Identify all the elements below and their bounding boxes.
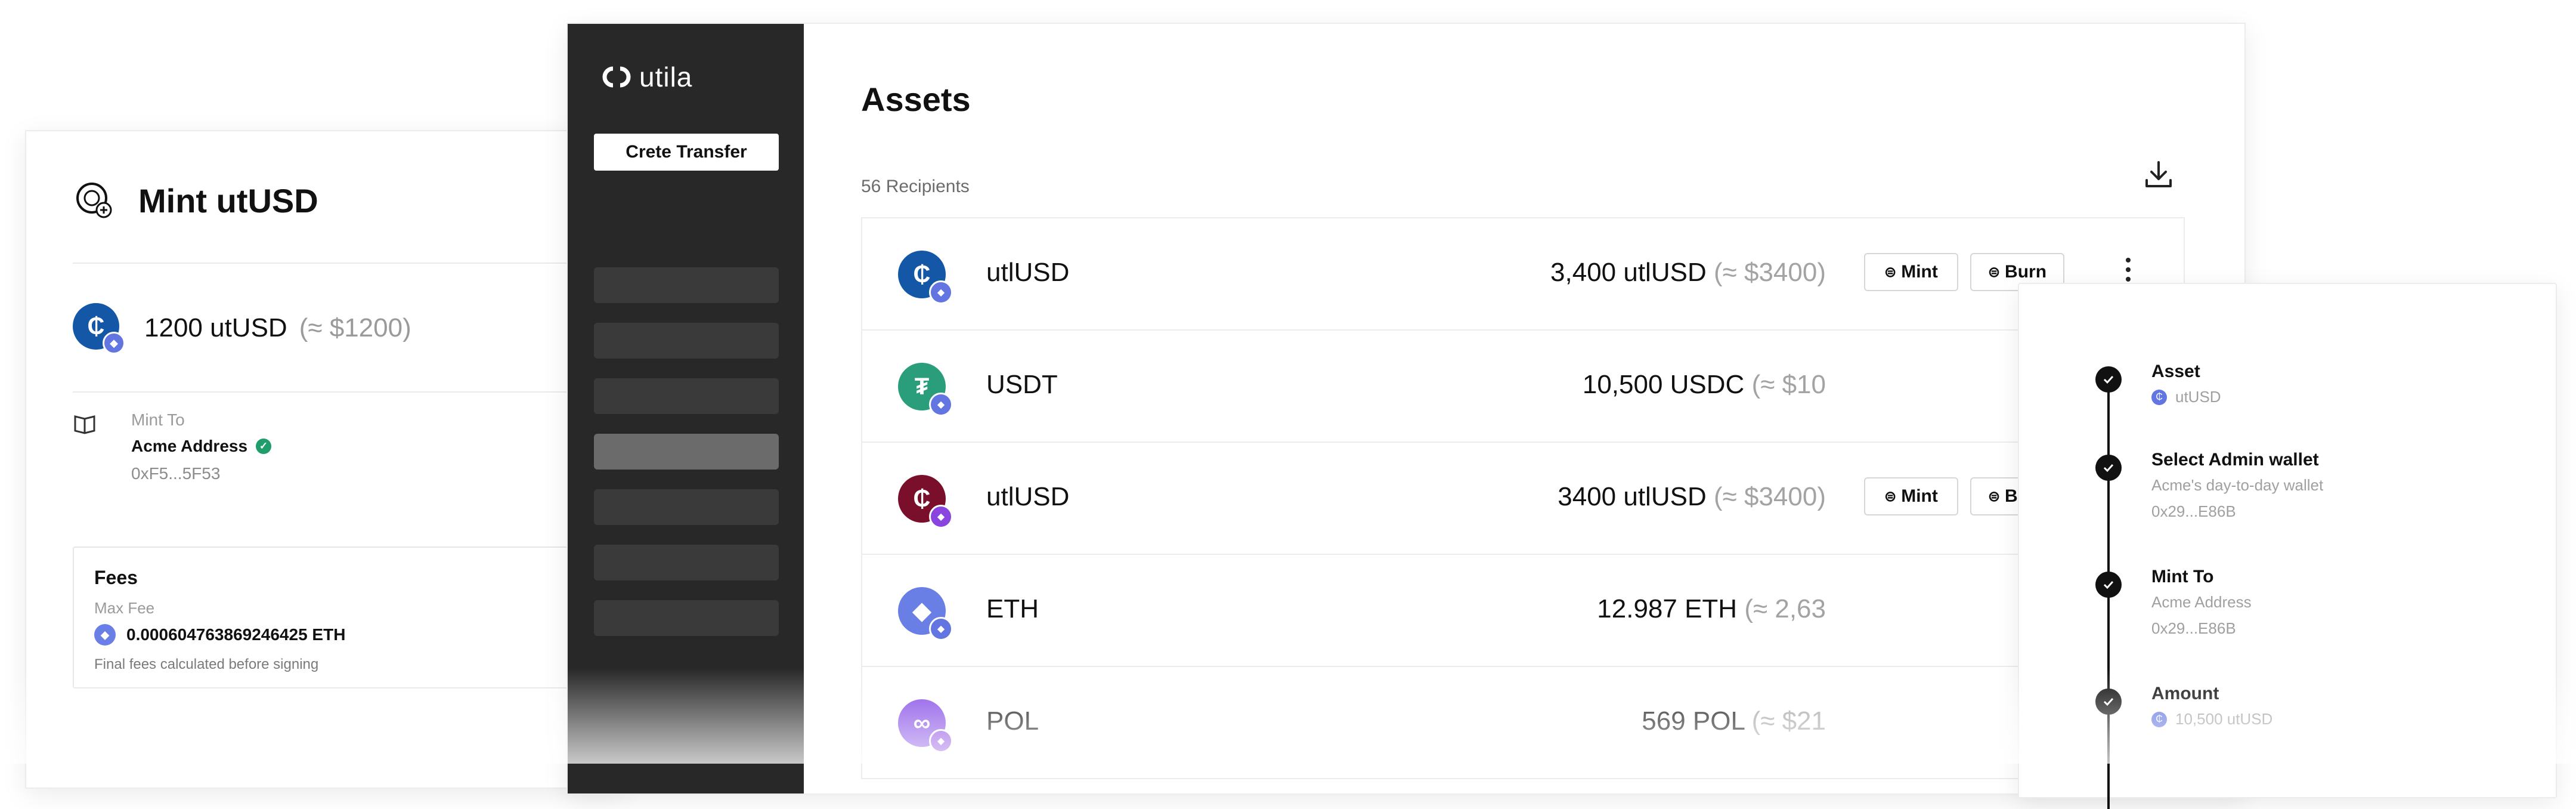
asset-amount: 12.987 ETH (≈ 2,63 [1597, 594, 1826, 624]
mint-button[interactable]: ⊜ Mint [1864, 253, 1958, 291]
burn-button-label: Burn [2005, 262, 2047, 282]
utlusd-icon: ₵ ◆ [898, 251, 953, 304]
mint-button[interactable]: ⊜ Mint [1864, 477, 1958, 515]
step-title: Asset [2151, 362, 2200, 381]
fees-note: Final fees calculated before signing [94, 656, 319, 672]
mint-glyph-icon: ⊜ [1884, 488, 1897, 505]
mint-to-name: Acme Address [131, 437, 248, 455]
asset-amount: 3,400 utlUSD (≈ $3400) [1550, 258, 1826, 288]
network-badge-icon: ◆ [929, 393, 953, 416]
mint-to-address: 0xF5...5F53 [131, 464, 221, 483]
network-badge-icon: ◆ [929, 617, 953, 641]
step-check-icon [2095, 455, 2122, 481]
step-title: Select Admin wallet [2151, 450, 2319, 470]
asset-amount-value: 10,500 USDC [1582, 370, 1745, 399]
asset-amount-value: 12.987 ETH [1597, 594, 1738, 623]
mint-card: Mint utUSD ₵ ◆ 1200 utUSD (≈ $1200) Mint… [25, 130, 642, 789]
mint-amount: 1200 utUSD [144, 313, 287, 342]
step-title: Amount [2151, 684, 2219, 703]
step-detail: utUSD [2175, 388, 2221, 406]
step-detail: Acme Address [2151, 593, 2252, 611]
eth-icon: ◆ [94, 624, 116, 646]
asset-name: utlUSD [986, 258, 1070, 287]
max-fee-value: 0.000604763869246425 ETH [126, 625, 346, 644]
sidebar-nav-item[interactable] [594, 545, 779, 580]
network-badge-icon: ◆ [929, 280, 953, 304]
step-check-icon [2095, 688, 2122, 715]
sidebar-nav-item[interactable] [594, 323, 779, 359]
asset-name: ETH [986, 594, 1039, 623]
max-fee-label: Max Fee [94, 599, 155, 617]
asset-row[interactable]: ◆ ◆ ETH 12.987 ETH (≈ 2,63 [861, 554, 2185, 667]
page-title: Assets [861, 81, 971, 118]
mint-amount-usd: (≈ $1200) [299, 313, 411, 342]
asset-name: POL [986, 706, 1039, 736]
utila-logo-mark-icon [602, 66, 631, 88]
step-check-icon [2095, 366, 2122, 393]
sidebar-nav-item[interactable] [594, 489, 779, 525]
asset-amount-value: 3400 utlUSD [1558, 482, 1707, 511]
mint-glyph-icon: ⊜ [1884, 264, 1897, 280]
asset-amount: 569 POL (≈ $21 [1642, 706, 1826, 736]
address-book-icon [74, 415, 95, 434]
asset-amount: 10,500 USDC (≈ $10 [1583, 370, 1826, 400]
create-transfer-button[interactable]: Crete Transfer [594, 134, 779, 171]
asset-row[interactable]: ₮ ◆ USDT 10,500 USDC (≈ $10 [861, 329, 2185, 443]
asset-name: USDT [986, 370, 1058, 399]
step-detail: Acme's day-to-day wallet [2151, 476, 2324, 494]
step-detail: 10,500 utUSD [2175, 710, 2273, 728]
sidebar-nav-item[interactable] [594, 600, 779, 636]
mint-coin-icon [76, 183, 112, 218]
network-badge-icon: ◆ [929, 729, 953, 753]
recipients-count: 56 Recipients [861, 177, 970, 196]
fees-box: Fees Max Fee ◆ 0.000604763869246425 ETH … [73, 546, 642, 688]
mint-to-label: Mint To [131, 410, 185, 429]
asset-row[interactable]: ₵ ◆ utlUSD 3,400 utlUSD (≈ $3400) ⊜ Mint ⊜ Burn [861, 217, 2185, 331]
asset-amount-usd: (≈ $3400) [1713, 482, 1826, 511]
steps-panel: Asset ₵ utUSD Select Admin wallet Acme's day… [2018, 283, 2557, 809]
more-options-icon[interactable] [2124, 255, 2132, 284]
asset-name: utlUSD [986, 482, 1070, 511]
fees-title: Fees [94, 567, 138, 588]
step-title: Mint To [2151, 567, 2214, 586]
asset-amount-usd: (≈ $10 [1751, 370, 1826, 399]
mint-title: Mint utUSD [138, 181, 318, 220]
asset-amount-usd: (≈ 2,63 [1744, 594, 1826, 623]
token-mini-icon: ₵ [2151, 711, 2167, 727]
sidebar-nav-item[interactable] [594, 434, 779, 470]
burn-glyph-icon: ⊜ [1987, 264, 2001, 280]
burn-glyph-icon: ⊜ [1987, 488, 2001, 505]
utila-logo: utila [601, 61, 692, 93]
sidebar-nav-item[interactable] [594, 378, 779, 414]
network-badge-icon: ◆ [929, 505, 953, 529]
assets-window: utila Crete Transfer Assets 56 Recipient… [566, 23, 2246, 795]
sidebar-nav-item[interactable] [594, 267, 779, 303]
step-check-icon [2095, 572, 2122, 598]
step-address: 0x29...E86B [2151, 619, 2236, 637]
asset-row[interactable]: ₵◆utlUSD3400 utlUSD (≈ $3400)⊜Mint⊜Burn [861, 441, 2185, 555]
eth-icon: ◆ ◆ [898, 587, 953, 641]
token-mini-icon: ₵ [2151, 389, 2167, 405]
asset-amount-value: 569 POL [1642, 706, 1745, 736]
utlusd-icon: ₵ ◆ [898, 475, 953, 529]
sidebar: utila Crete Transfer [568, 24, 804, 793]
usdt-icon: ₮ ◆ [898, 363, 953, 416]
asset-amount-usd: (≈ $21 [1751, 706, 1826, 736]
mint-button-label: Mint [1901, 262, 1938, 282]
logo-text: utila [639, 61, 693, 92]
mint-button-label: Mint [1901, 486, 1938, 506]
step-address: 0x29...E86B [2151, 502, 2236, 520]
utusd-token-icon: ₵ ◆ [73, 303, 125, 354]
pol-icon: ∞ ◆ [898, 699, 953, 753]
asset-amount-value: 3,400 utlUSD [1550, 258, 1707, 287]
download-icon[interactable] [2142, 158, 2175, 191]
asset-amount: 3400 utlUSD (≈ $3400) [1558, 482, 1826, 512]
asset-row[interactable]: ∞ ◆ POL 569 POL (≈ $21 [861, 666, 2185, 779]
asset-amount-usd: (≈ $3400) [1713, 258, 1826, 287]
verified-check-icon: ✓ [256, 439, 272, 454]
